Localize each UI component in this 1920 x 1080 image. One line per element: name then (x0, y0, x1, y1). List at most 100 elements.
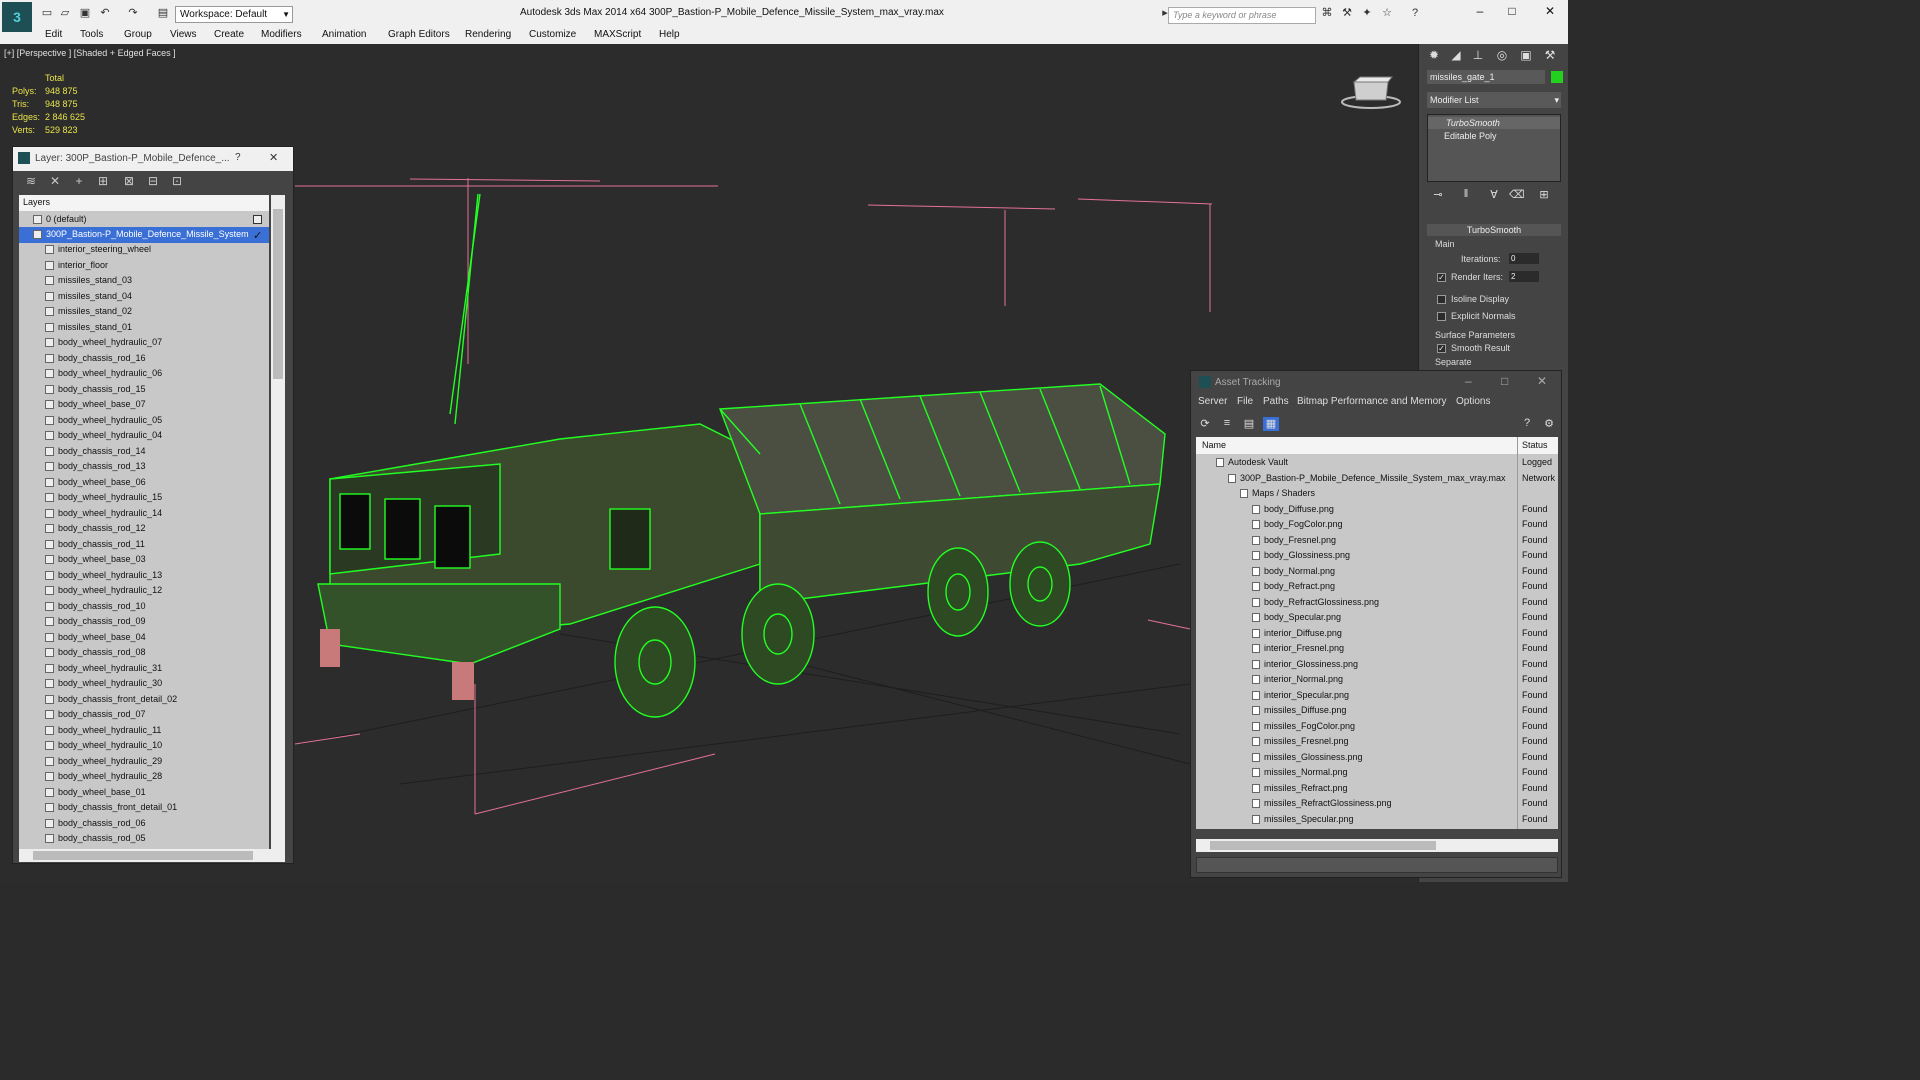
search-input[interactable]: Type a keyword or phrase (1168, 7, 1316, 24)
hide-all-layers-icon[interactable]: ⊡ (169, 174, 185, 188)
asset-row[interactable]: missiles_Fresnel.png Found (1196, 734, 1558, 750)
asset-row[interactable]: interior_Specular.png Found (1196, 688, 1558, 704)
create-tab-icon[interactable]: ✹ (1425, 48, 1443, 64)
layer-object-row[interactable]: body_wheel_hydraulic_30 (19, 676, 269, 692)
asset-row[interactable]: body_RefractGlossiness.png Found (1196, 595, 1558, 611)
menu-group[interactable]: Group (124, 29, 152, 40)
favorites-star-icon[interactable]: ☆ (1380, 7, 1394, 20)
asset-menu-paths[interactable]: Paths (1263, 396, 1289, 407)
modify-tab-icon[interactable]: ◢ (1447, 48, 1465, 64)
layer-object-row[interactable]: body_chassis_rod_06 (19, 816, 269, 832)
layer-horizontal-scrollbar[interactable] (19, 849, 285, 862)
undo-icon[interactable]: ↶ (98, 7, 112, 20)
viewport-label[interactable]: [+] [Perspective ] [Shaded + Edged Faces… (4, 48, 176, 58)
layer-object-row[interactable]: body_chassis_rod_15 (19, 382, 269, 398)
checkmark-icon[interactable]: ✓ (253, 229, 262, 242)
layer-object-row[interactable]: missiles_stand_01 (19, 320, 269, 336)
asset-row[interactable]: missiles_FogColor.png Found (1196, 719, 1558, 735)
scroll-thumb[interactable] (273, 209, 283, 379)
project-folder-icon[interactable]: ▤ (156, 7, 170, 20)
layer-active-row[interactable]: 300P_Bastion-P_Mobile_Defence_Missile_Sy… (19, 227, 269, 243)
menu-animation[interactable]: Animation (322, 29, 366, 40)
asset-row[interactable]: missiles_Specular.png Found (1196, 812, 1558, 828)
close-icon[interactable]: ✕ (269, 151, 278, 164)
delete-layer-icon[interactable]: ✕ (47, 174, 63, 188)
asset-row[interactable]: interior_Diffuse.png Found (1196, 626, 1558, 642)
asset-row[interactable]: interior_Normal.png Found (1196, 672, 1558, 688)
render-iters-spinner[interactable]: 2 (1509, 271, 1539, 282)
hierarchy-tab-icon[interactable]: ⊥ (1469, 48, 1487, 64)
layer-object-row[interactable]: body_wheel_hydraulic_11 (19, 723, 269, 739)
layer-object-row[interactable]: body_chassis_rod_07 (19, 707, 269, 723)
asset-row[interactable]: body_Refract.png Found (1196, 579, 1558, 595)
show-end-result-icon[interactable]: ‖ (1459, 188, 1473, 202)
refresh-icon[interactable]: ⟳ (1197, 417, 1213, 431)
layer-object-row[interactable]: body_chassis_rod_11 (19, 537, 269, 553)
column-name[interactable]: Name (1202, 440, 1226, 450)
save-icon[interactable]: ▣ (78, 7, 92, 20)
layer-object-row[interactable]: body_wheel_base_06 (19, 475, 269, 491)
layer-default-row[interactable]: 0 (default) (19, 212, 269, 228)
asset-row[interactable]: Autodesk Vault Logged (1196, 455, 1558, 471)
remove-modifier-icon[interactable]: ⌫ (1509, 188, 1525, 202)
asset-row[interactable]: missiles_Glossiness.png Found (1196, 750, 1558, 766)
settings-icon[interactable]: ⚙ (1541, 417, 1557, 431)
asset-menu-bitmap-performance[interactable]: Bitmap Performance and Memory (1297, 396, 1447, 407)
asset-row[interactable]: body_Glossiness.png Found (1196, 548, 1558, 564)
asset-row[interactable]: interior_Fresnel.png Found (1196, 641, 1558, 657)
asset-row[interactable]: body_Normal.png Found (1196, 564, 1558, 580)
layer-object-row[interactable]: body_chassis_rod_10 (19, 599, 269, 615)
details-view-icon[interactable]: ▤ (1241, 417, 1257, 431)
menu-customize[interactable]: Customize (529, 29, 576, 40)
display-tab-icon[interactable]: ▣ (1517, 48, 1535, 64)
viewcube-icon[interactable] (1340, 74, 1402, 110)
layer-object-row[interactable]: missiles_stand_03 (19, 273, 269, 289)
new-file-icon[interactable]: ▭ (40, 7, 54, 20)
configure-sets-icon[interactable]: ⊞ (1537, 188, 1551, 202)
layer-object-row[interactable]: body_chassis_rod_08 (19, 645, 269, 661)
maximize-button[interactable]: □ (1501, 374, 1508, 388)
asset-horizontal-scrollbar[interactable] (1196, 839, 1558, 852)
layer-object-row[interactable]: body_wheel_hydraulic_07 (19, 335, 269, 351)
menu-create[interactable]: Create (214, 29, 244, 40)
asset-row[interactable]: body_Fresnel.png Found (1196, 533, 1558, 549)
isoline-checkbox[interactable] (1437, 295, 1446, 304)
utilities-tab-icon[interactable]: ⚒ (1541, 48, 1559, 64)
menu-modifiers[interactable]: Modifiers (261, 29, 302, 40)
layer-object-row[interactable]: body_chassis_rod_05 (19, 831, 269, 847)
layer-object-row[interactable]: body_wheel_hydraulic_28 (19, 769, 269, 785)
asset-row[interactable]: interior_Glossiness.png Found (1196, 657, 1558, 673)
asset-menu-options[interactable]: Options (1456, 396, 1490, 407)
layers-column-header[interactable]: Layers (19, 195, 269, 211)
layer-object-row[interactable]: body_wheel_hydraulic_10 (19, 738, 269, 754)
layer-object-row[interactable]: body_chassis_rod_12 (19, 521, 269, 537)
help-icon[interactable]: ? (1519, 417, 1535, 431)
make-unique-icon[interactable]: ∀ (1487, 188, 1501, 202)
list-view-icon[interactable]: ≡ (1219, 417, 1235, 431)
add-selection-icon[interactable]: ⊞ (95, 174, 111, 188)
asset-menu-server[interactable]: Server (1198, 396, 1227, 407)
explicit-normals-checkbox[interactable] (1437, 312, 1446, 321)
table-view-icon[interactable]: ▦ (1263, 417, 1279, 431)
select-objects-icon[interactable]: ⊠ (121, 174, 137, 188)
asset-row[interactable]: missiles_Diffuse.png Found (1196, 703, 1558, 719)
layer-object-row[interactable]: body_wheel_base_03 (19, 552, 269, 568)
asset-menu-file[interactable]: File (1237, 396, 1253, 407)
menu-tools[interactable]: Tools (80, 29, 103, 40)
layer-object-row[interactable]: body_chassis_rod_09 (19, 614, 269, 630)
menu-views[interactable]: Views (170, 29, 197, 40)
layer-object-row[interactable]: body_wheel_hydraulic_15 (19, 490, 269, 506)
scroll-thumb[interactable] (1210, 841, 1436, 850)
layer-explorer-titlebar[interactable]: Layer: 300P_Bastion-P_Mobile_Defence_...… (13, 147, 293, 171)
close-button[interactable]: ✕ (1536, 4, 1564, 22)
maximize-button[interactable]: □ (1498, 4, 1526, 22)
asset-row[interactable]: body_Specular.png Found (1196, 610, 1558, 626)
smooth-result-checkbox[interactable]: ✓ (1437, 344, 1446, 353)
binoculars-icon[interactable]: ⌘ (1320, 7, 1334, 20)
stack-item-editable-poly[interactable]: Editable Poly (1428, 130, 1560, 142)
menu-edit[interactable]: Edit (45, 29, 62, 40)
layer-object-row[interactable]: body_wheel_base_07 (19, 397, 269, 413)
open-file-icon[interactable]: ▱ (58, 7, 72, 20)
layer-object-row[interactable]: interior_steering_wheel (19, 242, 269, 258)
render-iters-checkbox[interactable]: ✓ (1437, 273, 1446, 282)
